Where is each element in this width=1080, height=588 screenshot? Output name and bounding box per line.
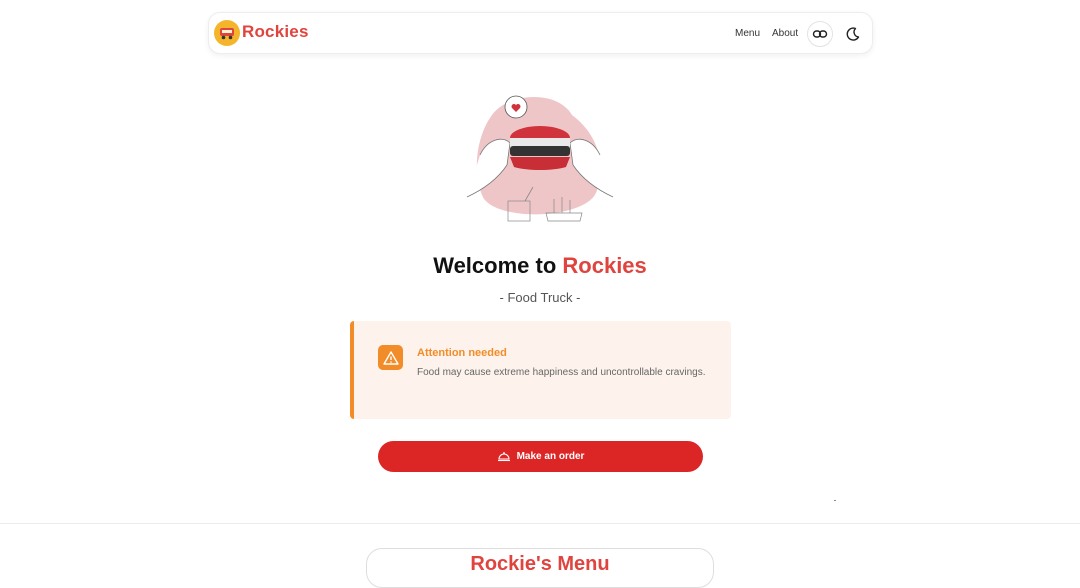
warning-triangle-icon [382, 350, 399, 365]
navbar: Rockies Menu About [208, 12, 873, 54]
nav-menu-link[interactable]: Menu [735, 28, 760, 39]
section-divider [0, 523, 1080, 524]
menu-section-title: Rockie's Menu [470, 553, 610, 575]
page-title: Welcome to Rockies [0, 253, 1080, 279]
link-icon [812, 30, 828, 38]
title-accent: Rockies [562, 253, 647, 278]
dark-mode-toggle[interactable] [840, 21, 866, 47]
make-order-label: Make an order [516, 451, 585, 462]
nav-about-link[interactable]: About [772, 28, 798, 39]
decorative-dot [834, 500, 836, 501]
alert-title: Attention needed [417, 347, 507, 359]
brand-name[interactable]: Rockies [242, 22, 309, 42]
alert-message: Food may cause extreme happiness and unc… [417, 367, 706, 378]
food-tray-icon [497, 451, 510, 461]
logo[interactable] [214, 20, 240, 46]
title-prefix: Welcome to [433, 253, 563, 278]
warning-badge [378, 345, 403, 370]
make-order-button[interactable]: Make an order [378, 441, 703, 472]
moon-icon [846, 27, 860, 41]
menu-section-card: Rockie's Menu [366, 548, 714, 588]
link-button[interactable] [807, 21, 833, 47]
attention-alert: Attention needed Food may cause extreme … [350, 321, 731, 419]
burger-illustration [466, 95, 614, 222]
food-truck-logo-icon [220, 28, 234, 40]
page-subtitle: - Food Truck - [499, 290, 581, 305]
